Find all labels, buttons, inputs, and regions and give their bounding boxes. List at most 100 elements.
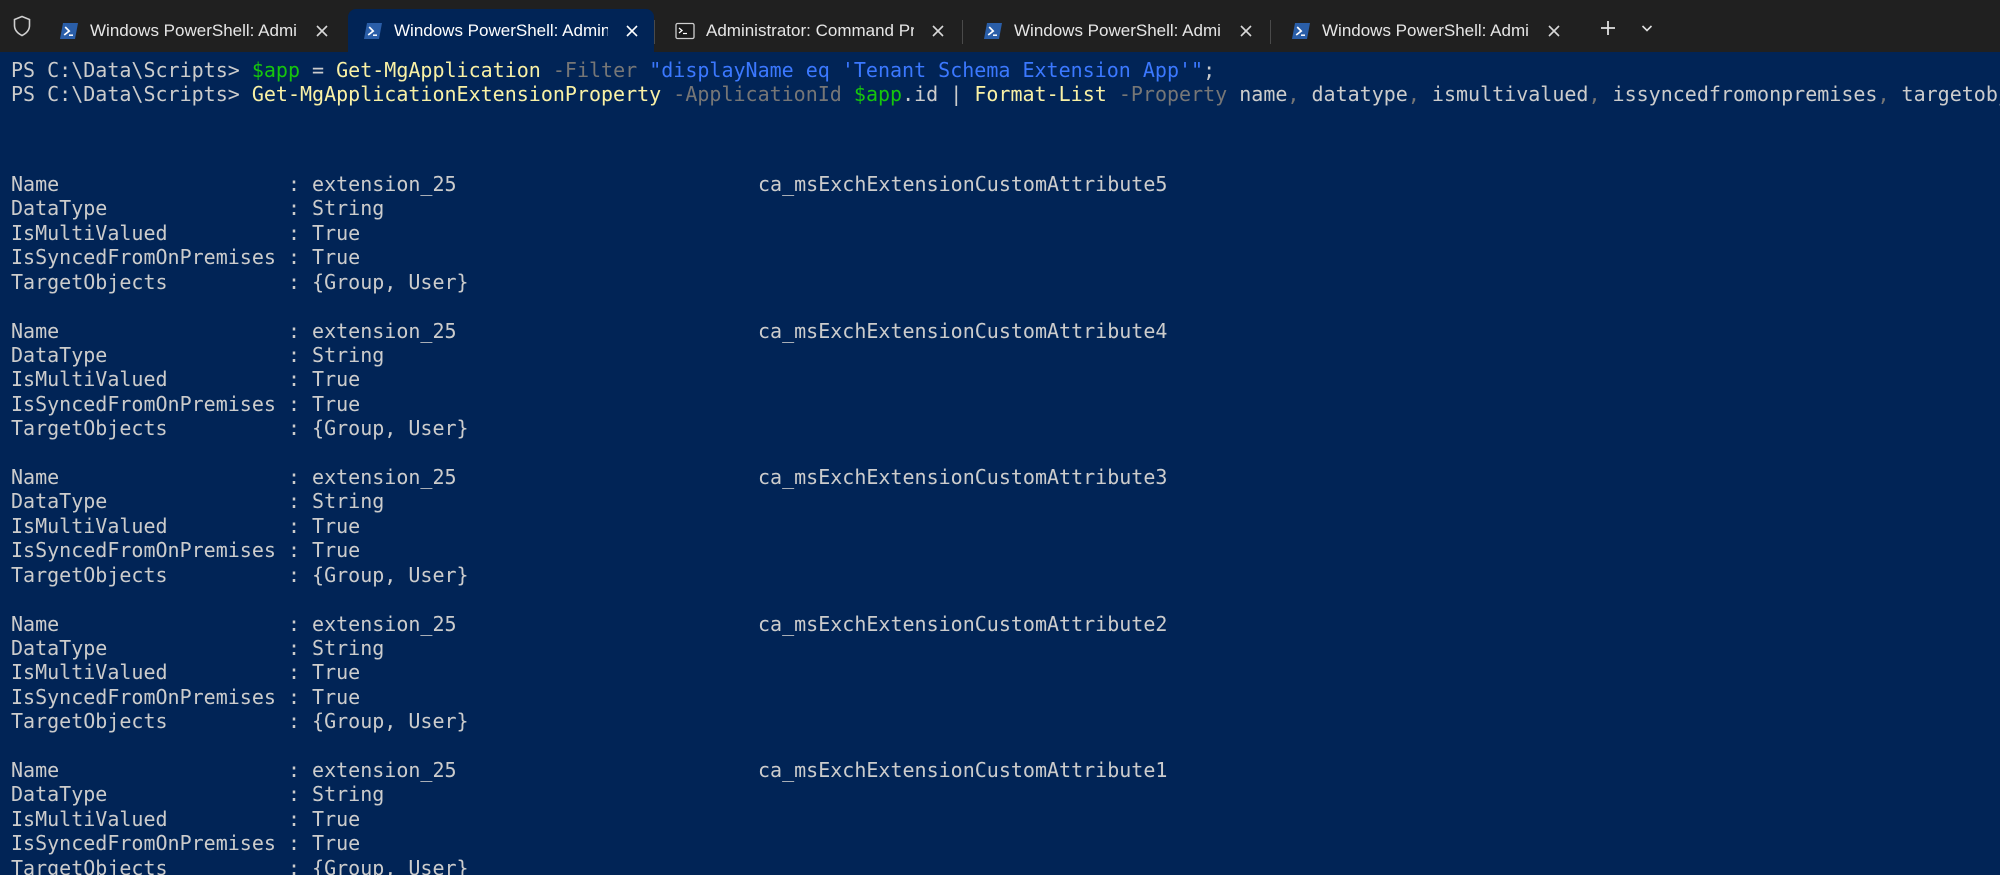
tab-label: Windows PowerShell: Adminis — [394, 20, 608, 40]
field-label: IsMultiValued : — [11, 660, 313, 685]
output-line-issyncedfromonpremises: IsSyncedFromOnPremises : True — [11, 392, 360, 416]
output-line-ismultivalued: IsMultiValued : True — [11, 660, 360, 684]
tab-bar: Windows PowerShell: Administ Windows Powe… — [0, 0, 2000, 52]
field-label: DataType : — [11, 782, 313, 807]
field-value: {Group, User} — [312, 269, 469, 294]
new-tab-button[interactable] — [1592, 14, 1624, 46]
chevron-down-icon — [1640, 21, 1654, 40]
field-value: String — [312, 635, 385, 660]
command-token: "displayName eq 'Tenant Schema Extension… — [637, 58, 1204, 82]
field-value: True — [312, 513, 361, 538]
prompt-text: PS C:\Data\Scripts> — [11, 82, 252, 107]
output-line-name: Name : extension_25 — [11, 319, 457, 343]
command-token: | — [938, 82, 975, 107]
field-value: String — [312, 782, 385, 807]
command-token: -Property — [1106, 82, 1228, 107]
field-label: DataType : — [11, 489, 313, 514]
output-line-issyncedfromonpremises: IsSyncedFromOnPremises : True — [11, 538, 360, 562]
output-line-name: Name : extension_25 — [11, 612, 457, 636]
output-line-name: Name : extension_25 — [11, 465, 457, 489]
field-value: String — [312, 342, 385, 367]
output-line-issyncedfromonpremises: IsSyncedFromOnPremises : True — [11, 685, 360, 709]
field-value: True — [312, 684, 361, 709]
close-icon[interactable] — [618, 17, 646, 45]
command-token: Get-MgApplicationExtensionProperty — [251, 82, 662, 107]
field-value: True — [312, 391, 361, 416]
tab-label: Administrator: Command Prom — [706, 20, 914, 40]
command-token: ismultivalued — [1419, 82, 1589, 107]
output-line-targetobjects: TargetObjects : {Group, User} — [11, 856, 469, 875]
field-label: IsMultiValued : — [11, 806, 313, 831]
field-label: IsMultiValued : — [11, 367, 313, 392]
command-token: , — [1877, 82, 1890, 107]
output-line-datatype: DataType : String — [11, 782, 384, 806]
tab-dropdown-button[interactable] — [1631, 14, 1663, 46]
field-label: Name : — [11, 465, 313, 489]
prompt-text: PS C:\Data\Scripts> — [11, 58, 252, 82]
field-label: IsMultiValued : — [11, 220, 313, 245]
close-icon[interactable] — [1540, 17, 1568, 45]
tab-label: Windows PowerShell: Administ — [1014, 20, 1222, 40]
name-suffix: ca_msExchExtensionCustomAttribute1 — [758, 758, 1168, 782]
field-value: True — [312, 245, 361, 270]
terminal-output[interactable]: PS C:\Data\Scripts> $app = Get-MgApplica… — [0, 52, 2000, 875]
field-value: True — [312, 660, 361, 685]
command-token: name — [1227, 82, 1288, 107]
output-line-ismultivalued: IsMultiValued : True — [11, 221, 360, 245]
command-token: = — [300, 58, 337, 82]
output-line-ismultivalued: IsMultiValued : True — [11, 514, 360, 538]
close-icon[interactable] — [1232, 17, 1260, 45]
command-token: , — [1588, 82, 1601, 107]
tab-label: Windows PowerShell: Administ — [1322, 20, 1530, 40]
field-value: String — [312, 196, 385, 221]
field-value: True — [312, 367, 361, 392]
powershell-icon — [362, 20, 384, 42]
command-token: $app — [251, 58, 300, 82]
tab-5[interactable]: Windows PowerShell: Administ — [1276, 9, 1576, 52]
field-label: TargetObjects : — [11, 855, 313, 875]
field-value: extension_25 — [312, 318, 457, 343]
command-token: -Filter — [540, 58, 638, 82]
field-label: DataType : — [11, 342, 313, 367]
output-line-targetobjects: TargetObjects : {Group, User} — [11, 270, 469, 294]
field-value: {Group, User} — [312, 855, 469, 875]
tab-4[interactable]: Windows PowerShell: Administ — [968, 9, 1268, 52]
field-label: DataType : — [11, 196, 313, 221]
output-line-name: Name : extension_25 — [11, 758, 457, 782]
output-line-ismultivalued: IsMultiValued : True — [11, 807, 360, 831]
powershell-icon — [58, 20, 80, 42]
output-line-ismultivalued: IsMultiValued : True — [11, 367, 360, 391]
name-suffix: ca_msExchExtensionCustomAttribute2 — [758, 611, 1168, 636]
close-icon[interactable] — [308, 17, 336, 45]
terminal-window: Windows PowerShell: Administ Windows Powe… — [0, 0, 2000, 875]
tab-2[interactable]: Windows PowerShell: Adminis — [348, 9, 654, 52]
command-token: $app — [841, 82, 903, 107]
field-label: IsSyncedFromOnPremises : — [11, 538, 313, 563]
field-value: String — [312, 489, 385, 514]
plus-icon — [1599, 19, 1617, 42]
field-label: Name : — [11, 172, 313, 196]
field-label: Name : — [11, 611, 313, 636]
field-value: True — [312, 831, 361, 856]
tab-label: Windows PowerShell: Administ — [90, 20, 298, 40]
output-line-issyncedfromonpremises: IsSyncedFromOnPremises : True — [11, 831, 360, 855]
close-icon[interactable] — [924, 17, 952, 45]
command-token: .id — [902, 82, 939, 107]
field-value: extension_25 — [312, 758, 457, 782]
command-token: Format-List — [974, 82, 1107, 107]
field-label: Name : — [11, 318, 313, 343]
tab-1[interactable]: Windows PowerShell: Administ — [44, 9, 344, 52]
output-line-targetobjects: TargetObjects : {Group, User} — [11, 563, 469, 587]
output-line-datatype: DataType : String — [11, 196, 384, 220]
name-suffix: ca_msExchExtensionCustomAttribute5 — [758, 172, 1168, 196]
tab-3[interactable]: Administrator: Command Prom — [660, 9, 960, 52]
command-token: ; — [1203, 58, 1216, 82]
powershell-icon — [1290, 20, 1312, 42]
output-line-targetobjects: TargetObjects : {Group, User} — [11, 709, 469, 733]
output-line-datatype: DataType : String — [11, 343, 384, 367]
output-line-issyncedfromonpremises: IsSyncedFromOnPremises : True — [11, 245, 360, 269]
field-value: True — [312, 806, 361, 831]
field-value: {Group, User} — [312, 709, 469, 734]
field-label: DataType : — [11, 635, 313, 660]
shield-icon — [0, 0, 44, 52]
